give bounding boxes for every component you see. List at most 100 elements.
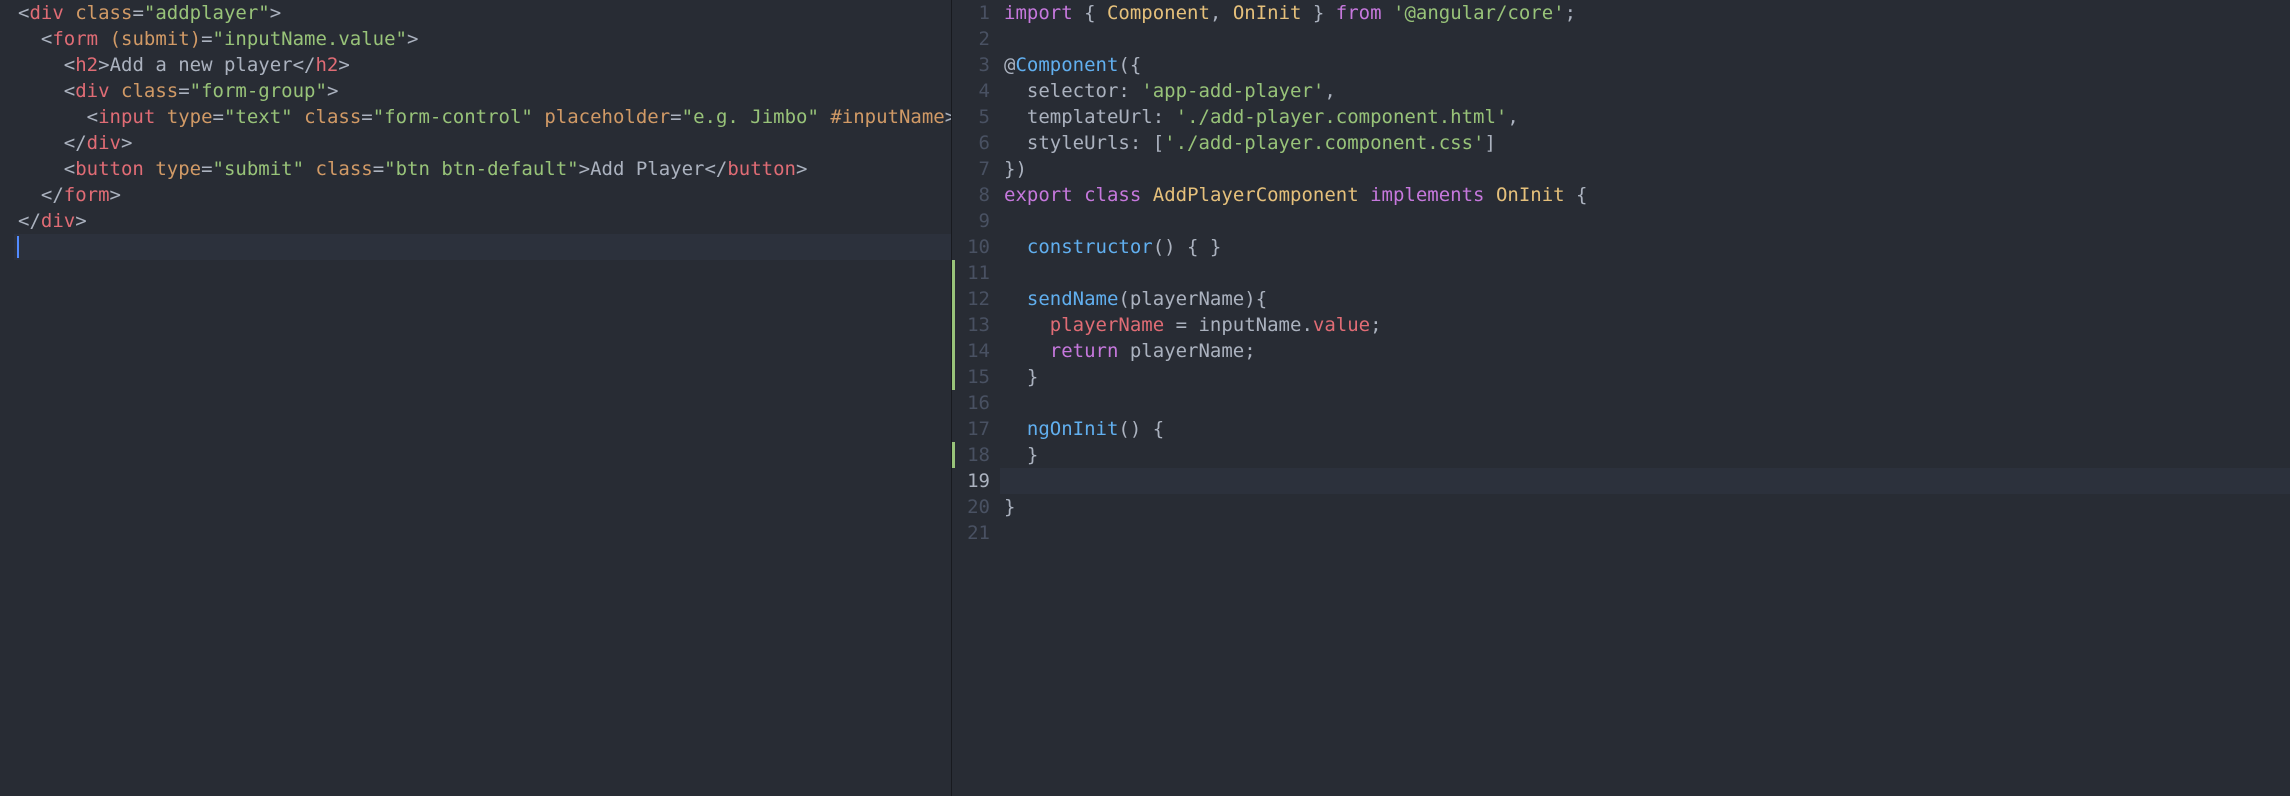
code-line[interactable]: selector: 'app-add-player', [1000,78,2290,104]
token-str: '@angular/core' [1393,2,1565,24]
code-line[interactable]: <div class="addplayer"> [14,0,951,26]
token-pun [293,106,304,128]
token-pun: < [64,54,75,76]
line-number: 11 [952,260,990,286]
line-number: 13 [952,312,990,338]
token-pun: </ [64,132,87,154]
token-fn: Component [1015,54,1118,76]
token-var: playerName [1050,314,1164,336]
token-pun: = [670,106,681,128]
code-line[interactable]: playerName = inputName.value; [1000,312,2290,338]
code-line[interactable] [1000,260,2290,286]
code-line[interactable] [1000,390,2290,416]
code-line[interactable]: @Component({ [1000,52,2290,78]
code-line[interactable]: <input type="text" class="form-control" … [14,104,951,130]
code-line[interactable] [1000,520,2290,546]
token-pun: ; [1244,340,1255,362]
line-number [0,130,4,156]
line-number: 4 [952,78,990,104]
line-number [0,208,4,234]
code-line[interactable]: return playerName; [1000,338,2290,364]
code-line[interactable]: export class AddPlayerComponent implemen… [1000,182,2290,208]
token-pun: { [1073,2,1107,24]
git-added-marker [952,260,955,390]
editor-pane-left[interactable]: <div class="addplayer"> <form (submit)="… [0,0,952,796]
code-line[interactable] [1000,468,2290,494]
token-tag: form [64,184,110,206]
line-number [0,182,4,208]
token-pun: } [1004,496,1015,518]
code-line[interactable] [14,234,951,260]
token-pun: } [1027,366,1038,388]
token-ident: styleUrls [1027,132,1130,154]
token-pun: : [ [1130,132,1164,154]
token-pun: </ [704,158,727,180]
code-line[interactable] [1000,26,2290,52]
token-pun [304,158,315,180]
code-line[interactable]: <button type="submit" class="btn btn-def… [14,156,951,182]
token-kw: export [1004,184,1073,206]
line-number [0,0,4,26]
token-pun: > [327,80,338,102]
token-str: "form-group" [190,80,327,102]
token-pun: > [121,132,132,154]
code-line[interactable]: </div> [14,208,951,234]
code-line[interactable]: </form> [14,182,951,208]
code-line[interactable]: import { Component, OnInit } from '@angu… [1000,0,2290,26]
token-attr: class [304,106,361,128]
line-number: 3 [952,52,990,78]
code-line[interactable]: }) [1000,156,2290,182]
token-ident: templateUrl [1027,106,1153,128]
code-area-left[interactable]: <div class="addplayer"> <form (submit)="… [14,0,951,796]
code-line[interactable]: ngOnInit() { [1000,416,2290,442]
code-line[interactable]: sendName(playerName){ [1000,286,2290,312]
code-line[interactable]: } [1000,442,2290,468]
code-line[interactable]: <div class="form-group"> [14,78,951,104]
token-pun [1118,340,1129,362]
token-pun [1485,184,1496,206]
token-fn: ngOnInit [1027,418,1119,440]
token-tag: form [52,28,98,50]
code-line[interactable]: templateUrl: './add-player.component.htm… [1000,104,2290,130]
token-pun: = [1164,314,1198,336]
line-number: 15 [952,364,990,390]
token-attr: class [316,158,373,180]
token-pun: < [41,28,52,50]
code-line[interactable]: <h2>Add a new player</h2> [14,52,951,78]
code-line[interactable]: </div> [14,130,951,156]
line-number: 19 [952,468,990,494]
token-pun: ; [1370,314,1381,336]
token-str: "inputName.value" [213,28,407,50]
token-pun: ; [1565,2,1576,24]
code-line[interactable]: } [1000,364,2290,390]
line-number [0,78,4,104]
code-line[interactable]: constructor() { } [1000,234,2290,260]
editor-pane-right[interactable]: 123456789101112131415161718192021 import… [952,0,2290,796]
token-tag: button [727,158,796,180]
token-prop: value [1313,314,1370,336]
code-line[interactable]: styleUrls: ['./add-player.component.css'… [1000,130,2290,156]
token-pun: = [373,158,384,180]
token-fn: constructor [1027,236,1153,258]
token-kw: implements [1370,184,1484,206]
code-line[interactable] [1000,208,2290,234]
token-pun: () { [1118,418,1164,440]
token-str: './add-player.component.css' [1164,132,1484,154]
token-tag: div [87,132,121,154]
token-pun [1382,2,1393,24]
line-number [0,104,4,130]
code-area-right[interactable]: import { Component, OnInit } from '@angu… [1000,0,2290,796]
token-pun: > [338,54,349,76]
token-attr: #inputName [830,106,944,128]
token-pun: < [18,2,29,24]
token-pun: { [1565,184,1588,206]
line-number: 12 [952,286,990,312]
git-added-marker [952,442,955,468]
code-line[interactable]: } [1000,494,2290,520]
line-number [0,26,4,52]
token-ident: playerName [1130,288,1244,310]
token-tag: input [98,106,155,128]
code-line[interactable]: <form (submit)="inputName.value"> [14,26,951,52]
token-pun: = [361,106,372,128]
token-pun: </ [293,54,316,76]
